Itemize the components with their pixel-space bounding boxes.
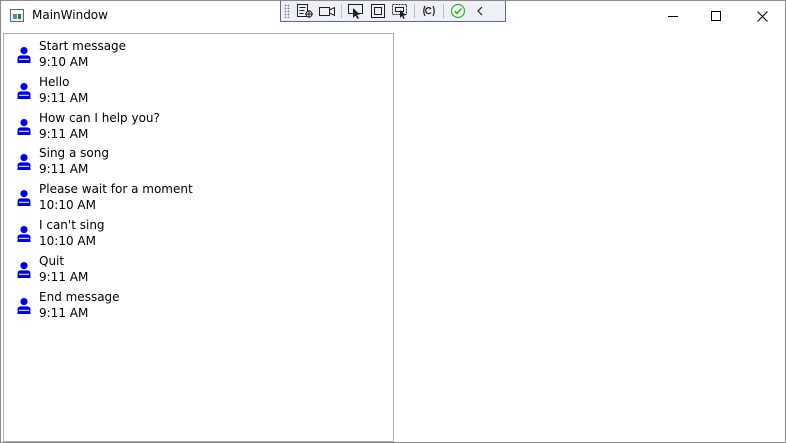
message-text: Hello — [39, 74, 70, 89]
message-time: 9:10 AM — [39, 55, 89, 69]
message-time: 9:11 AM — [39, 90, 89, 105]
hot-reload-icon — [423, 5, 435, 17]
collapse-chevron-icon — [477, 6, 483, 16]
close-icon — [756, 10, 768, 22]
collapse-toolbar-button[interactable] — [469, 2, 491, 21]
toolbar-separator — [443, 4, 444, 18]
toolbar-separator — [414, 4, 415, 18]
video-record-icon — [319, 6, 335, 17]
close-button[interactable] — [739, 1, 785, 31]
message-time: 9:11 AM — [39, 305, 89, 320]
message-time: 10:10 AM — [39, 198, 96, 213]
message-text-block: How can I help you? 9:11 AM — [39, 110, 160, 142]
list-item[interactable]: Please wait for a moment 10:10 AM — [4, 181, 393, 217]
status-ok-icon — [450, 3, 466, 19]
message-time: 10:10 AM — [39, 233, 96, 248]
message-text-block: Start message 9:10 AM — [39, 38, 126, 70]
person-icon — [17, 190, 31, 207]
toolbar-grip-icon[interactable] — [284, 4, 290, 18]
message-time: 9:11 AM — [39, 162, 89, 177]
list-item[interactable]: Start message 9:10 AM — [4, 38, 393, 74]
message-text: I can't sing — [39, 217, 105, 232]
message-text: End message — [39, 289, 120, 304]
app-window-icon — [10, 9, 24, 22]
minimize-icon — [668, 16, 678, 17]
person-icon — [17, 261, 31, 278]
message-text: Please wait for a moment — [39, 182, 193, 197]
window-title: MainWindow — [32, 8, 108, 22]
person-icon — [17, 225, 31, 242]
message-text: Quit — [39, 253, 65, 268]
status-ok-button[interactable] — [447, 2, 469, 21]
list-item[interactable]: Quit 9:11 AM — [4, 253, 393, 289]
maximize-icon — [711, 11, 721, 21]
person-icon — [17, 47, 31, 63]
list-item[interactable]: How can I help you? 9:11 AM — [4, 110, 393, 146]
message-time: 9:11 AM — [39, 269, 89, 284]
message-text-block: Sing a song 9:11 AM — [39, 145, 109, 177]
message-list-panel[interactable]: Start message 9:10 AM Hello 9:11 AM How … — [3, 33, 394, 442]
message-text: Sing a song — [39, 146, 109, 161]
minimize-button[interactable] — [650, 1, 696, 31]
person-icon — [17, 118, 31, 135]
live-visual-tree-icon — [297, 4, 313, 18]
select-element-icon — [348, 4, 363, 19]
person-icon — [17, 154, 31, 171]
list-item[interactable]: Sing a song 9:11 AM — [4, 145, 393, 181]
list-item[interactable]: End message 9:11 AM — [4, 289, 393, 325]
person-icon — [17, 297, 31, 314]
message-time: 9:11 AM — [39, 126, 89, 141]
message-text-block: Quit 9:11 AM — [39, 253, 88, 285]
message-text-block: Hello 9:11 AM — [39, 74, 88, 106]
list-item[interactable]: Hello 9:11 AM — [4, 74, 393, 110]
debug-toolbar — [280, 1, 506, 22]
message-text: Start message — [39, 39, 127, 53]
select-element-button[interactable] — [345, 2, 367, 21]
message-text-block: I can't sing 10:10 AM — [39, 217, 105, 249]
toolbar-separator — [341, 4, 342, 18]
track-focus-icon — [392, 4, 407, 19]
message-text: How can I help you? — [39, 110, 160, 125]
video-record-button[interactable] — [316, 2, 338, 21]
list-item[interactable]: I can't sing 10:10 AM — [4, 217, 393, 253]
message-text-block: End message 9:11 AM — [39, 289, 120, 321]
track-focus-button[interactable] — [389, 2, 411, 21]
main-window: MainWindow Start message 9:10 AM Hello 9… — [0, 0, 786, 443]
maximize-button[interactable] — [693, 1, 739, 31]
message-list: Start message 9:10 AM Hello 9:11 AM How … — [4, 38, 393, 324]
message-text-block: Please wait for a moment 10:10 AM — [39, 181, 193, 213]
hot-reload-button[interactable] — [418, 2, 440, 21]
live-visual-tree-button[interactable] — [294, 2, 316, 21]
person-icon — [17, 82, 31, 99]
content-area — [394, 33, 785, 442]
display-adorners-icon — [371, 4, 385, 18]
display-adorners-button[interactable] — [367, 2, 389, 21]
